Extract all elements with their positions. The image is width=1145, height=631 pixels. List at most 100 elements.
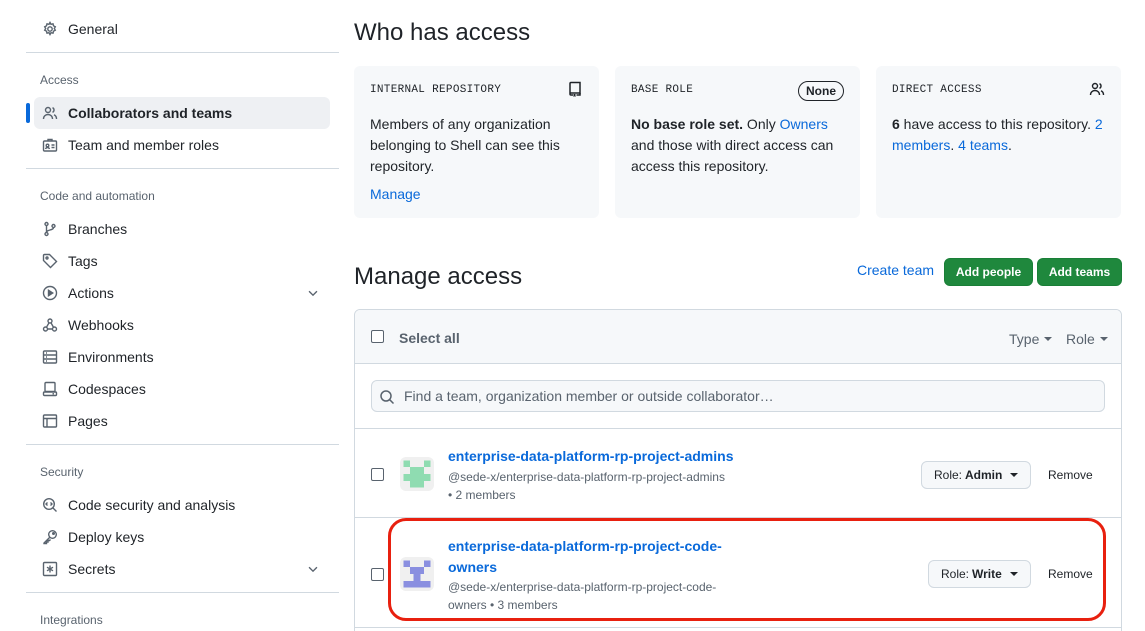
repo-icon	[569, 81, 581, 97]
role-dropdown[interactable]: Role: Write	[928, 560, 1031, 588]
sidebar-section-code: Code and automation	[40, 189, 155, 203]
sidebar-section-security: Security	[40, 465, 84, 479]
select-all-checkbox[interactable]	[371, 330, 384, 343]
caret-down-icon	[1009, 572, 1018, 576]
sidebar-item-label: Actions	[68, 285, 114, 301]
main-content: Who has access INTERNAL REPOSITORY Membe…	[354, 0, 1122, 631]
branch-icon	[42, 221, 58, 237]
team-path-members: owners • 3 members	[448, 598, 558, 612]
sidebar-item-secrets[interactable]: Secrets	[34, 553, 330, 585]
manage-link[interactable]: Manage	[370, 186, 583, 202]
sidebar-divider	[26, 168, 339, 169]
sidebar-item-collaborators[interactable]: Collaborators and teams	[26, 97, 330, 129]
page-title: Who has access	[354, 19, 531, 46]
owners-link[interactable]: Owners	[780, 116, 828, 132]
search-area	[355, 365, 1121, 429]
select-all-label: Select all	[399, 330, 460, 346]
add-teams-button[interactable]: Add teams	[1037, 258, 1122, 286]
secret-asterisk-icon	[42, 561, 58, 577]
team-name-link[interactable]: enterprise-data-platform-rp-project-code…	[448, 536, 722, 578]
id-badge-icon	[42, 137, 58, 153]
codespaces-icon	[42, 381, 58, 397]
sidebar-divider	[26, 52, 339, 53]
remove-button[interactable]: Remove	[1048, 468, 1093, 482]
sidebar-item-codespaces[interactable]: Codespaces	[34, 373, 330, 405]
server-icon	[42, 349, 58, 365]
sidebar-item-pages[interactable]: Pages	[34, 405, 330, 437]
sidebar-item-label: Team and member roles	[68, 137, 219, 153]
caret-down-icon	[1044, 337, 1053, 341]
role-prefix: Role:	[934, 468, 963, 482]
sidebar-item-tags[interactable]: Tags	[34, 245, 330, 277]
team-name-part: enterprise-data-platform-rp-project-code…	[448, 538, 722, 554]
row-checkbox[interactable]	[371, 568, 384, 581]
caret-down-icon	[1010, 473, 1019, 477]
sidebar-item-team-member-roles[interactable]: Team and member roles	[34, 129, 330, 161]
play-circle-icon	[42, 285, 58, 301]
chevron-down-icon[interactable]	[306, 562, 320, 576]
sidebar-item-code-security[interactable]: Code security and analysis	[34, 489, 330, 521]
sidebar-item-label: Deploy keys	[68, 529, 145, 545]
team-path: @sede-x/enterprise-data-platform-rp-proj…	[448, 470, 725, 484]
sidebar-divider	[26, 444, 339, 445]
card-text-part: .	[950, 137, 959, 153]
sidebar-item-label: Branches	[68, 221, 128, 237]
team-avatar	[400, 557, 434, 591]
sidebar-item-label: Webhooks	[68, 317, 134, 333]
role-dropdown[interactable]: Role: Admin	[921, 461, 1032, 489]
access-list-panel: Select all Type Role enterprise-data-pla…	[354, 309, 1122, 631]
card-description: 6 have access to this repository. 2 memb…	[892, 114, 1105, 156]
sidebar-item-general[interactable]: General	[34, 13, 330, 45]
codescan-icon	[42, 497, 58, 513]
sidebar-item-webhooks[interactable]: Webhooks	[34, 309, 330, 341]
card-label: INTERNAL REPOSITORY	[370, 84, 502, 96]
role-filter-dropdown[interactable]: Role	[1066, 331, 1108, 347]
webhook-icon	[42, 317, 58, 333]
sidebar-item-deploy-keys[interactable]: Deploy keys	[34, 521, 330, 553]
sidebar-item-branches[interactable]: Branches	[34, 213, 330, 245]
role-prefix: Role:	[941, 567, 970, 581]
team-avatar	[400, 457, 434, 491]
key-icon	[42, 529, 58, 545]
access-list-header: Select all Type Role	[355, 310, 1121, 364]
direct-access-card: DIRECT ACCESS 6 have access to this repo…	[876, 66, 1121, 218]
gear-icon	[42, 21, 58, 37]
sidebar-item-actions[interactable]: Actions	[34, 277, 330, 309]
role-value: Admin	[965, 468, 1003, 482]
type-filter-dropdown[interactable]: Type	[1009, 331, 1053, 347]
teams-link[interactable]: 4 teams	[958, 137, 1008, 153]
card-text-part: Only	[743, 116, 780, 132]
add-people-button[interactable]: Add people	[944, 258, 1033, 286]
sidebar-divider	[26, 592, 339, 593]
no-base-role-text: No base role set.	[631, 116, 744, 132]
chevron-down-icon[interactable]	[306, 286, 320, 300]
card-description: Members of any organization belonging to…	[370, 116, 560, 174]
card-text-part: have access to this repository.	[899, 116, 1095, 132]
row-checkbox[interactable]	[371, 468, 384, 481]
base-role-badge: None	[798, 81, 844, 101]
card-text-part: and those with direct access can access …	[631, 137, 834, 174]
sidebar-item-label: General	[68, 21, 118, 37]
card-label: DIRECT ACCESS	[892, 84, 982, 96]
team-member-count: • 2 members	[448, 488, 516, 502]
team-path: @sede-x/enterprise-data-platform-rp-proj…	[448, 580, 717, 594]
search-input[interactable]	[371, 380, 1105, 412]
manage-access-title: Manage access	[354, 263, 523, 290]
role-value: Write	[972, 567, 1002, 581]
internal-repository-card: INTERNAL REPOSITORY Members of any organ…	[354, 66, 599, 218]
sidebar-section-access: Access	[40, 73, 79, 87]
sidebar-item-label: Pages	[68, 413, 108, 429]
role-filter-label: Role	[1066, 331, 1095, 347]
sidebar-item-label: Environments	[68, 349, 154, 365]
card-text-part: .	[1007, 137, 1012, 153]
remove-button[interactable]: Remove	[1048, 567, 1093, 581]
create-team-link[interactable]: Create team	[857, 262, 934, 278]
sidebar-item-environments[interactable]: Environments	[34, 341, 330, 373]
settings-sidebar: General Access Collaborators and teams T…	[26, 0, 339, 631]
card-description: No base role set. Only Owners and those …	[631, 114, 844, 177]
table-row: enterprise-data-platform-rp-project-code…	[355, 518, 1121, 628]
team-name-link[interactable]: enterprise-data-platform-rp-project-admi…	[448, 446, 733, 467]
sidebar-item-label: Code security and analysis	[68, 497, 236, 513]
base-role-card: BASE ROLE None No base role set. Only Ow…	[615, 66, 860, 218]
browser-icon	[42, 413, 58, 429]
